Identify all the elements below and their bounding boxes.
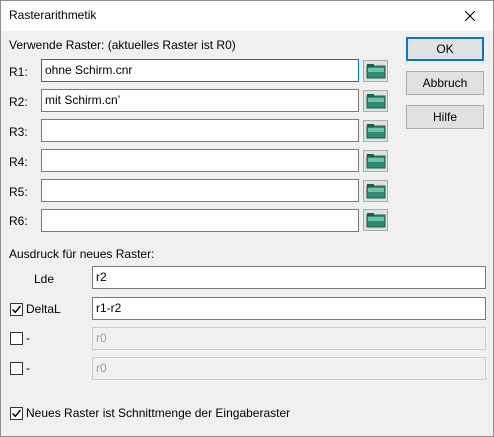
title-bar: Rasterarithmetik	[1, 1, 493, 31]
expression-label-3: -	[26, 331, 30, 345]
raster-input-r5[interactable]	[41, 179, 359, 202]
browse-button-r3[interactable]	[363, 120, 388, 142]
browse-button-r2[interactable]	[363, 90, 388, 112]
folder-icon	[366, 64, 385, 79]
window-title: Rasterarithmetik	[9, 8, 97, 22]
folder-icon	[366, 213, 385, 228]
intersection-checkbox[interactable]	[10, 407, 23, 420]
browse-button-r6[interactable]	[363, 209, 388, 231]
intersection-label: Neues Raster ist Schnittmenge der Eingab…	[26, 406, 291, 420]
browse-button-r1[interactable]	[363, 60, 388, 82]
browse-button-r4[interactable]	[363, 150, 388, 172]
expression-4-checkbox[interactable]	[10, 362, 23, 375]
raster-input-r3[interactable]	[41, 119, 359, 142]
raster-input-r4[interactable]	[41, 149, 359, 172]
expression-input-lde[interactable]: r2	[92, 266, 486, 289]
expression-label-lde: Lde	[34, 272, 55, 286]
expression-input-deltal[interactable]: r1-r2	[92, 297, 486, 320]
raster-label-r5: R5:	[9, 185, 28, 199]
raster-input-r6[interactable]	[41, 209, 359, 232]
folder-icon	[366, 184, 385, 199]
check-icon	[12, 305, 22, 314]
expression-section-header: Ausdruck für neues Raster:	[9, 247, 155, 261]
help-button[interactable]: Hilfe	[406, 105, 484, 129]
folder-icon	[366, 94, 385, 109]
close-icon	[465, 11, 475, 21]
folder-icon	[366, 124, 385, 139]
raster-section-header: Verwende Raster: (aktuelles Raster ist R…	[9, 38, 236, 52]
ok-button[interactable]: OK	[406, 37, 484, 61]
cancel-button[interactable]: Abbruch	[406, 71, 484, 95]
expression-input-3[interactable]: r0	[92, 327, 486, 350]
expression-3-checkbox[interactable]	[10, 332, 23, 345]
raster-label-r6: R6:	[9, 214, 28, 228]
expression-input-4[interactable]: r0	[92, 357, 486, 380]
expression-label-deltal: DeltaL	[26, 302, 61, 316]
raster-label-r2: R2:	[9, 95, 28, 109]
folder-icon	[366, 154, 385, 169]
deltal-checkbox[interactable]	[10, 303, 23, 316]
raster-input-r2[interactable]: mit Schirm.cn’	[41, 89, 359, 112]
raster-input-r1[interactable]: ohne Schirm.cnr	[41, 59, 359, 82]
dialog-window: Rasterarithmetik Verwende Raster: (aktue…	[0, 0, 494, 437]
check-icon	[12, 409, 22, 418]
raster-label-r3: R3:	[9, 125, 28, 139]
browse-button-r5[interactable]	[363, 180, 388, 202]
raster-label-r4: R4:	[9, 155, 28, 169]
close-button[interactable]	[447, 1, 493, 31]
raster-label-r1: R1:	[9, 65, 28, 79]
expression-label-4: -	[26, 361, 30, 375]
